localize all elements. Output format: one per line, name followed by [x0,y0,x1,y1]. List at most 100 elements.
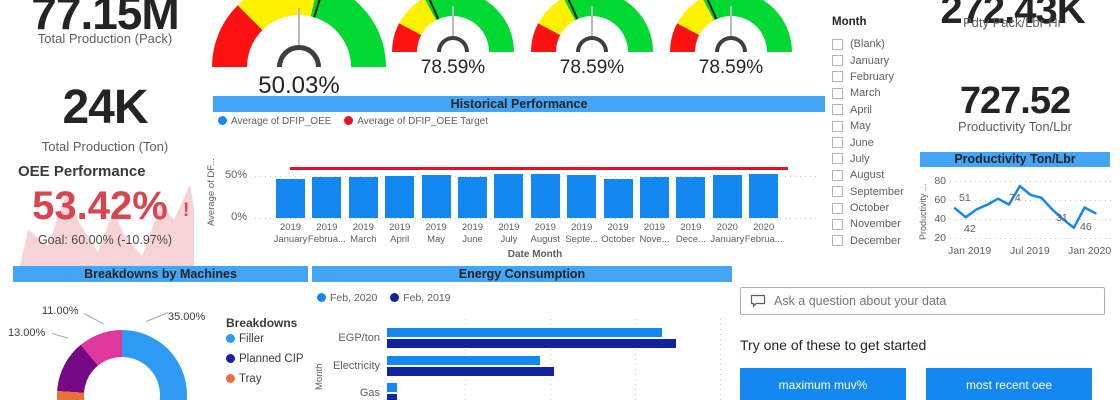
historical-y-axis-label: Average of DF... [206,158,217,226]
gauge-4-value: 78.59% [698,57,764,78]
legend-avg-oee[interactable]: Average of DFIP_OEE [218,116,331,127]
energy-bar[interactable] [387,339,676,348]
month-option-label: May [850,120,871,133]
month-slicer-option[interactable]: March [832,85,922,101]
month-slicer-option[interactable]: May [832,118,922,134]
feb-2020-label: Feb, 2020 [330,292,378,304]
month-slicer-option[interactable]: April [832,102,922,118]
qna-search-box[interactable] [740,287,1105,315]
historical-xtick: 2019 Dece... [675,222,706,245]
qna-suggestion-most-recent-oee[interactable]: most recent oee [926,368,1092,400]
legend-dot-filler [226,334,235,343]
checkbox-icon[interactable] [832,120,843,132]
checkbox-icon[interactable] [832,55,843,67]
month-slicer-option[interactable]: January [832,52,922,68]
legend-dot-tray [226,374,235,383]
historical-xtick: 2020 January [710,222,745,245]
historical-bar[interactable] [276,179,305,218]
checkbox-icon[interactable] [832,87,843,99]
historical-bar[interactable] [640,176,669,218]
dashboard: 77.15M Total Production (Pack) 24K Total… [0,0,1120,400]
checkbox-icon[interactable] [832,186,843,198]
historical-bar[interactable] [712,175,742,218]
productivity-data-label: 74 [1009,192,1021,204]
historical-ytick-50: 50% [224,169,247,181]
month-slicer-option[interactable]: July [832,151,922,167]
historical-bar[interactable] [312,176,342,218]
energy-bar[interactable] [387,367,554,376]
energy-legend: Feb, 2020 Feb, 2019 [317,292,461,304]
checkbox-icon[interactable] [832,202,843,214]
historical-bar[interactable] [676,176,706,218]
energy-bar[interactable] [387,356,540,365]
qna-suggestion-maximum-muv[interactable]: maximum muv% [740,368,906,400]
kpi-pdty-ton-label: Productivity Ton/Lbr [958,119,1072,134]
month-option-label: December [850,234,901,247]
historical-bar[interactable] [421,175,451,218]
historical-bar[interactable] [603,178,633,218]
legend-avg-oee-label: Average of DFIP_OEE [231,116,332,127]
historical-legend: Average of DFIP_OEE Average of DFIP_OEE … [218,116,498,127]
historical-bar[interactable] [749,173,779,218]
historical-xtick: 2019 Februa... [307,222,346,245]
month-option-label: February [850,70,895,83]
breakdowns-header: Breakdowns by Machines [13,266,308,282]
historical-bar[interactable] [385,176,415,218]
checkbox-icon[interactable] [832,218,843,230]
month-slicer-option[interactable]: (Blank) [832,36,922,52]
oee-alert-icon: ! [183,200,190,221]
breakdowns-legend-item-tray[interactable]: Tray [226,373,262,385]
energy-category-label: Electricity [332,360,380,372]
historical-x-axis-title: Date Month [507,249,563,260]
energy-bar[interactable] [387,328,662,337]
month-slicer-list: (Blank) January February March April May June J… [832,36,922,249]
historical-bar[interactable] [458,176,487,218]
month-option-label: March [850,87,881,100]
gridline-0pct [255,218,818,219]
qna-input[interactable] [772,293,1104,309]
month-slicer-option[interactable]: October [832,200,922,216]
month-slicer-option[interactable]: September [832,184,922,200]
month-option-label: October [850,202,890,215]
checkbox-icon[interactable] [832,137,843,149]
energy-bar[interactable] [387,394,397,400]
breakdowns-legend-item-planned-cip[interactable]: Planned CIP [226,353,304,365]
historical-bar[interactable] [530,173,560,218]
month-slicer-option[interactable]: February [832,69,922,85]
historical-bar[interactable] [567,175,597,218]
breakdowns-legend-title: Breakdowns [226,316,298,330]
legend-avg-oee-target[interactable]: Average of DFIP_OEE Target [344,116,488,127]
month-slicer-option[interactable]: November [832,216,922,232]
month-slicer-option[interactable]: June [832,134,922,150]
breakdowns-legend-item-filler[interactable]: Filler [226,333,264,345]
energy-legend-feb-2019[interactable]: Feb, 2019 [390,292,451,304]
energy-category-label: EGP/ton [338,332,380,344]
productivity-chart-header: Productivity Ton/Lbr [920,152,1110,167]
historical-xtick: 2020 Februa... [744,222,783,245]
prod-ytick-80: 80 [934,175,946,187]
checkbox-icon[interactable] [832,169,843,181]
historical-xtick: 2019 October [601,222,635,245]
legend-dot-red [344,116,354,125]
month-option-label: November [850,218,901,231]
historical-bar[interactable] [494,174,524,218]
month-slicer-option[interactable]: December [832,233,922,249]
checkbox-icon[interactable] [832,38,843,50]
energy-legend-feb-2020[interactable]: Feb, 2020 [317,292,377,304]
historical-bar[interactable] [348,176,378,218]
checkbox-icon[interactable] [832,104,843,116]
kpi-pdty-pack-label: Pdty Pack/Lbr-Hr [963,15,1062,30]
checkbox-icon[interactable] [832,235,843,247]
historical-xtick: 2019 March [350,222,377,245]
energy-bar[interactable] [387,383,397,392]
prod-xtick-jan2019: Jan 2019 [948,245,992,257]
gauge-2-value: 78.59% [420,57,486,78]
legend-dot-blue [218,116,227,125]
checkbox-icon[interactable] [832,153,843,165]
legend-filler-label: Filler [239,333,264,345]
checkbox-icon[interactable] [832,71,843,83]
historical-xtick: 2019 January [273,222,308,245]
month-slicer-option[interactable]: August [832,167,922,183]
historical-xtick: 2019 June [461,222,484,245]
month-option-label: January [850,54,890,67]
